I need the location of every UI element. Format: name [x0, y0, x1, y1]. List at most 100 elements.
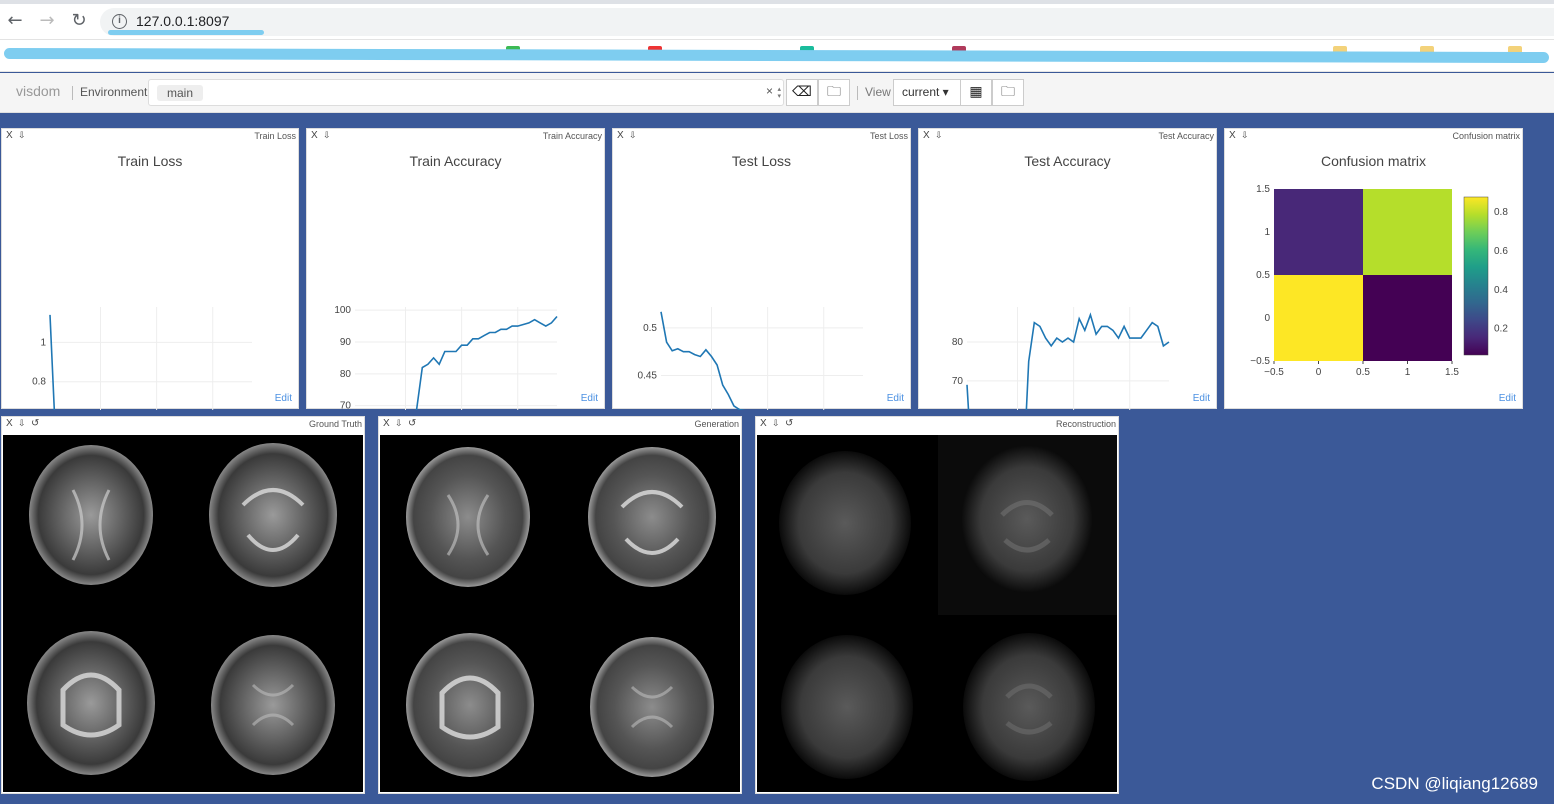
pin-icon[interactable]: ⇩ [772, 418, 780, 429]
forward-arrow-icon[interactable]: → [36, 10, 58, 32]
pane-confusion-matrix[interactable]: X ⇩ Confusion matrix Confusion matrix −0… [1224, 128, 1523, 409]
pane-ground-truth[interactable]: X ⇩ ↺ Ground Truth [1, 416, 365, 794]
visdom-brand: visdom [16, 83, 61, 99]
brain-slice [209, 443, 337, 587]
environment-caret-icon[interactable]: ▴ ▾ [777, 86, 781, 100]
site-info-icon[interactable]: i [112, 14, 127, 29]
y-tick-label: 0 [1264, 313, 1270, 324]
reset-icon[interactable]: ↺ [785, 418, 793, 429]
pane-header[interactable]: X ⇩ ↺ Reconstruction [756, 417, 1118, 433]
eraser-button[interactable]: ⌫ [786, 79, 818, 106]
pane-header[interactable]: X ⇩ ↺ Generation [379, 417, 741, 433]
y-tick-label: −0.5 [1250, 356, 1270, 367]
pane-tag: Reconstruction [1055, 419, 1116, 429]
y-tick-label: 0.5 [1256, 270, 1270, 281]
colorbar-tick-label: 0.4 [1494, 285, 1508, 296]
brain-slice [588, 447, 716, 587]
pin-icon[interactable]: ⇩ [18, 418, 26, 429]
series-line [966, 312, 1170, 410]
edit-link[interactable]: Edit [1193, 393, 1210, 404]
image-grid [757, 435, 1117, 792]
image-grid [380, 435, 740, 792]
folder-open-button[interactable]: 🗀 [818, 79, 850, 106]
x-tick-label: 1 [1405, 367, 1411, 378]
pane-tag: Ground Truth [308, 419, 362, 429]
reset-icon[interactable]: ↺ [31, 418, 39, 429]
back-arrow-icon[interactable]: ← [4, 10, 26, 32]
x-tick-label: 1.5 [1445, 367, 1459, 378]
brain-scan-grid [406, 447, 716, 777]
line-chart[interactable]: 5060708090100102030 [307, 129, 606, 410]
line-chart[interactable]: 50607080102030 [919, 129, 1218, 410]
y-tick-label: 100 [334, 305, 351, 316]
y-tick-label: 0.8 [32, 377, 46, 388]
clear-environment-icon[interactable]: × [766, 84, 773, 98]
browser-toolbar: ← → ↻ i 127.0.0.1:8097 [0, 0, 1554, 40]
pin-icon[interactable]: ⇩ [395, 418, 403, 429]
redaction-scribble [3, 47, 1550, 64]
close-icon[interactable]: X [6, 418, 13, 429]
heatmap-cell [1274, 275, 1363, 361]
colorbar-tick-label: 0.2 [1494, 324, 1508, 335]
heatmap-cell [1363, 275, 1452, 361]
edit-link[interactable]: Edit [275, 393, 292, 404]
colorbar [1463, 196, 1489, 356]
heatmap-cell [1363, 189, 1452, 275]
brain-slice [963, 633, 1095, 781]
pane-train-accuracy[interactable]: X ⇩ Train Accuracy Train Accuracy 506070… [306, 128, 606, 410]
edit-link[interactable]: Edit [1499, 393, 1516, 404]
brain-slice [406, 447, 530, 587]
x-tick-label: 0 [1316, 367, 1322, 378]
environment-chip[interactable]: main [157, 85, 204, 101]
line-chart[interactable]: 0.40.60.81102030 [2, 129, 300, 410]
divider [72, 86, 73, 100]
y-tick-label: 0.45 [638, 370, 658, 381]
y-tick-label: 80 [952, 337, 964, 348]
folder-open-button[interactable]: 🗀 [992, 79, 1024, 106]
pane-generation[interactable]: X ⇩ ↺ Generation [378, 416, 742, 794]
line-chart[interactable]: 0.350.40.450.5102030 [613, 129, 912, 410]
grid-layout-button[interactable]: ▦ [960, 79, 992, 106]
series-line [415, 315, 558, 410]
redaction-scribble [108, 30, 264, 35]
edit-link[interactable]: Edit [887, 393, 904, 404]
y-tick-label: 70 [340, 401, 352, 410]
pane-header[interactable]: X ⇩ ↺ Ground Truth [2, 417, 364, 433]
brain-slice [781, 635, 913, 779]
brain-scan-grid [779, 435, 1117, 781]
x-tick-label: 0.5 [1356, 367, 1370, 378]
colorbar-tick-label: 0.8 [1494, 207, 1508, 218]
y-tick-label: 90 [340, 337, 352, 348]
brain-slice [961, 445, 1093, 593]
heatmap-chart[interactable]: −0.5 0 0.5 1 1.5 −0.5 0 0.5 1 1.5 0.2 0.4 0.6 0.8 [1225, 129, 1524, 410]
brain-slice [406, 633, 534, 777]
pane-test-accuracy[interactable]: X ⇩ Test Accuracy Test Accuracy 50607080… [918, 128, 1218, 410]
reload-icon[interactable]: ↻ [68, 10, 90, 32]
visdom-toolbar: visdom Environment main × ▴ ▾ ⌫ 🗀 View cu… [0, 73, 1554, 113]
series-line [49, 314, 56, 410]
pane-test-loss[interactable]: X ⇩ Test Loss Test Loss 0.350.40.450.510… [612, 128, 912, 410]
colorbar-tick-label: 0.6 [1494, 246, 1508, 257]
close-icon[interactable]: X [760, 418, 767, 429]
address-bar[interactable]: i 127.0.0.1:8097 [100, 8, 1554, 36]
brain-slice [29, 445, 153, 585]
brain-scan-grid [27, 443, 337, 775]
environment-select[interactable]: main × ▴ ▾ [148, 79, 784, 106]
brain-slice [211, 635, 335, 775]
bookmarks-bar [0, 40, 1554, 72]
edit-link[interactable]: Edit [581, 393, 598, 404]
brain-slice [779, 451, 911, 595]
y-tick-label: 1 [1264, 227, 1270, 238]
series-line [660, 311, 746, 410]
pane-reconstruction[interactable]: X ⇩ ↺ Reconstruction [755, 416, 1119, 794]
watermark: CSDN @liqiang12689 [1371, 774, 1538, 793]
brain-slice [27, 631, 155, 775]
y-tick-label: 1.5 [1256, 184, 1270, 195]
pane-tag: Generation [694, 419, 739, 429]
reset-icon[interactable]: ↺ [408, 418, 416, 429]
view-select[interactable]: current ▾ [893, 79, 961, 106]
pane-train-loss[interactable]: X ⇩ Train Loss Train Loss 0.40.60.811020… [1, 128, 300, 410]
brain-slice [590, 637, 714, 777]
close-icon[interactable]: X [383, 418, 390, 429]
url-text: 127.0.0.1:8097 [136, 13, 230, 29]
